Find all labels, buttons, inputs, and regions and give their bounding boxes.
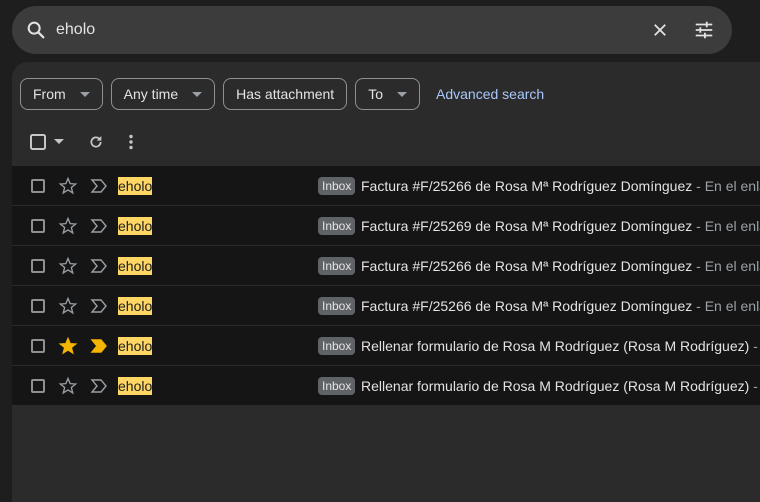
message-subject: Rellenar formulario de Rosa M Rodríguez … — [361, 337, 758, 355]
message-list: eholo Inbox Factura #F/25266 de Rosa Mª … — [12, 166, 760, 406]
message-snippet: - — [749, 378, 758, 394]
chip-label: To — [368, 86, 383, 102]
clear-search-icon[interactable] — [648, 18, 672, 42]
star-icon[interactable] — [58, 376, 78, 396]
inbox-label-badge: Inbox — [318, 377, 356, 395]
inbox-label-badge: Inbox — [318, 257, 356, 275]
select-options-caret-icon[interactable] — [54, 132, 64, 152]
importance-marker-icon[interactable] — [90, 298, 108, 314]
star-icon[interactable] — [58, 176, 78, 196]
inbox-label-badge: Inbox — [318, 177, 356, 195]
row-checkbox[interactable] — [31, 299, 45, 313]
importance-marker-icon[interactable] — [90, 218, 108, 234]
filter-any-time-chip[interactable]: Any time — [110, 78, 216, 110]
message-snippet: - En el enla — [692, 258, 760, 274]
message-row[interactable]: eholo Inbox Factura #F/25269 de Rosa Mª … — [12, 206, 760, 246]
sender-name: eholo — [118, 177, 153, 195]
subject-text: Rellenar formulario de Rosa M Rodríguez … — [361, 378, 750, 394]
chevron-down-icon — [192, 91, 203, 97]
message-snippet: - En el enla — [692, 218, 760, 234]
filter-has-attachment-chip[interactable]: Has attachment — [223, 78, 348, 110]
chevron-down-icon — [397, 91, 407, 97]
subject-text: Factura #F/25266 de Rosa Mª Rodríguez Do… — [361, 258, 693, 274]
chip-label: Has attachment — [236, 86, 335, 102]
subject-text: Factura #F/25266 de Rosa Mª Rodríguez Do… — [361, 298, 693, 314]
row-checkbox[interactable] — [31, 379, 45, 393]
message-row[interactable]: eholo Inbox Factura #F/25266 de Rosa Mª … — [12, 246, 760, 286]
message-subject: Factura #F/25266 de Rosa Mª Rodríguez Do… — [361, 177, 760, 195]
star-icon[interactable] — [58, 216, 78, 236]
search-filter-chips: From Any time Has attachment To Advanced… — [20, 78, 544, 110]
search-icon[interactable] — [24, 18, 48, 42]
row-checkbox[interactable] — [31, 259, 45, 273]
star-icon[interactable] — [58, 296, 78, 316]
results-panel: From Any time Has attachment To Advanced… — [12, 62, 760, 502]
search-bar — [12, 6, 732, 54]
subject-text: Factura #F/25266 de Rosa Mª Rodríguez Do… — [361, 178, 693, 194]
message-subject: Rellenar formulario de Rosa M Rodríguez … — [361, 377, 758, 395]
row-checkbox[interactable] — [31, 219, 45, 233]
select-all-checkbox[interactable] — [30, 132, 46, 152]
message-snippet: - — [749, 338, 758, 354]
filter-from-chip[interactable]: From — [20, 78, 103, 110]
chip-label: From — [33, 86, 66, 102]
message-subject: Factura #F/25269 de Rosa Mª Rodríguez Do… — [361, 217, 760, 235]
message-snippet: - En el enla — [692, 298, 760, 314]
inbox-label-badge: Inbox — [318, 337, 356, 355]
message-row[interactable]: eholo Inbox Factura #F/25266 de Rosa Mª … — [12, 286, 760, 326]
list-toolbar — [12, 126, 212, 158]
row-checkbox[interactable] — [31, 179, 45, 193]
sender-name: eholo — [118, 377, 153, 395]
importance-marker-icon[interactable] — [90, 258, 108, 274]
search-input[interactable] — [56, 16, 616, 44]
filter-to-chip[interactable]: To — [355, 78, 420, 110]
message-subject: Factura #F/25266 de Rosa Mª Rodríguez Do… — [361, 297, 760, 315]
sender-name: eholo — [118, 297, 153, 315]
inbox-label-badge: Inbox — [318, 297, 356, 315]
message-row[interactable]: eholo Inbox Factura #F/25266 de Rosa Mª … — [12, 166, 760, 206]
message-snippet: - En el enla — [692, 178, 760, 194]
importance-marker-icon-active[interactable] — [90, 338, 108, 354]
message-row[interactable]: eholo Inbox Rellenar formulario de Rosa … — [12, 326, 760, 366]
star-icon-starred[interactable] — [58, 336, 78, 356]
chip-label: Any time — [123, 86, 179, 102]
advanced-search-link[interactable]: Advanced search — [436, 86, 544, 102]
chevron-down-icon — [79, 91, 90, 97]
sender-name: eholo — [118, 257, 153, 275]
search-options-icon[interactable] — [692, 18, 716, 42]
refresh-icon[interactable] — [88, 132, 104, 152]
importance-marker-icon[interactable] — [90, 178, 108, 194]
message-row[interactable]: eholo Inbox Rellenar formulario de Rosa … — [12, 366, 760, 406]
inbox-label-badge: Inbox — [318, 217, 356, 235]
subject-text: Rellenar formulario de Rosa M Rodríguez … — [361, 338, 750, 354]
star-icon[interactable] — [58, 256, 78, 276]
sender-name: eholo — [118, 337, 153, 355]
subject-text: Factura #F/25269 de Rosa Mª Rodríguez Do… — [361, 218, 693, 234]
more-options-icon[interactable] — [128, 132, 134, 152]
sender-name: eholo — [118, 217, 153, 235]
row-checkbox[interactable] — [31, 339, 45, 353]
importance-marker-icon[interactable] — [90, 378, 108, 394]
message-subject: Factura #F/25266 de Rosa Mª Rodríguez Do… — [361, 257, 760, 275]
